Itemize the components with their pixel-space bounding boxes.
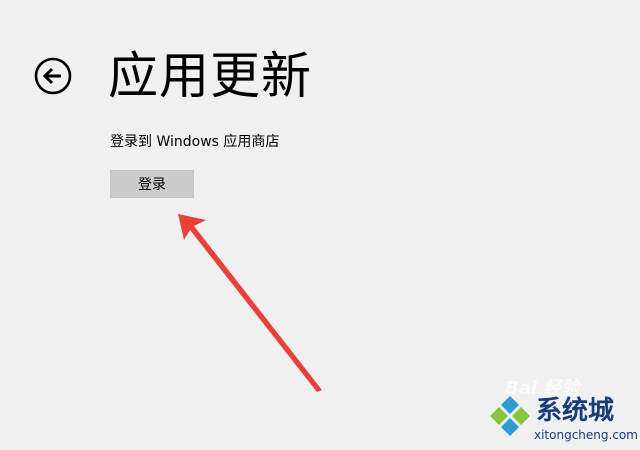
signin-button[interactable]: 登录	[110, 170, 194, 198]
back-button[interactable]	[34, 57, 72, 95]
signin-caption: 登录到 Windows 应用商店	[110, 134, 280, 150]
diamond-logo-icon	[490, 396, 530, 436]
site-url-watermark: xitongcheng.com	[534, 428, 638, 442]
page-title: 应用更新	[108, 47, 312, 105]
site-name-watermark: 系统城	[536, 396, 615, 426]
back-arrow-circle-icon	[34, 57, 72, 95]
